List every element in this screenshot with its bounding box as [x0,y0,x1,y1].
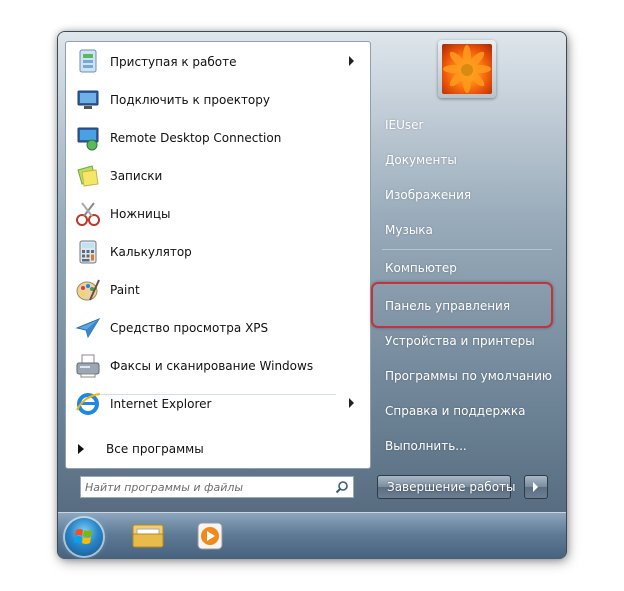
sticky-notes-icon [72,160,104,192]
shutdown-options-button[interactable] [524,475,548,499]
program-item-projector[interactable]: Подключить к проектору [72,83,362,117]
program-item-xps-viewer[interactable]: Средство просмотра XPS [72,311,362,345]
program-item-snipping-tool[interactable]: Ножницы [72,197,362,231]
program-label: Записки [110,169,163,183]
internet-explorer-icon [72,388,104,420]
program-item-fax-scan[interactable]: Факсы и сканирование Windows [72,349,362,383]
scissors-icon [72,198,104,230]
all-programs-label: Все программы [106,442,204,456]
right-item-music[interactable]: Музыка [385,221,433,239]
program-label: Средство просмотра XPS [110,321,269,335]
right-item-run[interactable]: Выполнить... [385,437,467,455]
shutdown-label: Завершение работы [387,480,516,494]
all-programs-button[interactable]: Все программы [72,440,352,458]
media-player-icon[interactable] [193,520,227,552]
program-label: Калькулятор [110,245,192,259]
program-label: Remote Desktop Connection [110,131,282,145]
program-item-remote-desktop[interactable]: Remote Desktop Connection [72,121,362,155]
start-button[interactable] [65,518,103,556]
right-item-documents[interactable]: Документы [385,151,457,169]
program-label: Ножницы [110,207,171,221]
programs-panel: Приступая к работе Подключить к проектор… [65,41,371,469]
search-input[interactable] [85,477,321,497]
program-label: Приступая к работе [110,55,237,69]
user-avatar[interactable] [438,40,496,98]
paint-palette-icon [72,274,104,306]
arrow-right-icon [78,444,84,454]
right-item-pictures[interactable]: Изображения [385,186,471,204]
remote-desktop-icon [72,122,104,154]
program-label: Internet Explorer [110,397,212,411]
programs-divider [100,394,336,395]
fax-scan-icon [72,350,104,382]
flower-picture [442,44,492,94]
search-icon[interactable] [335,480,349,494]
program-item-internet-explorer[interactable]: Internet Explorer [72,387,362,421]
program-label: Факсы и сканирование Windows [110,359,314,373]
right-item-control-panel[interactable]: Панель управления [385,297,510,315]
submenu-arrow-icon [349,398,354,408]
right-item-devices-printers[interactable]: Устройства и принтеры [385,332,535,350]
calculator-icon [72,236,104,268]
search-box[interactable] [80,476,354,498]
submenu-arrow-icon [349,56,354,66]
right-item-computer[interactable]: Компьютер [385,259,457,277]
shutdown-button[interactable]: Завершение работы [377,475,516,499]
right-item-user[interactable]: IEUser [385,116,423,134]
program-item-calculator[interactable]: Калькулятор [72,235,362,269]
right-panel-divider [382,249,552,250]
projector-icon [72,84,104,116]
getting-started-icon [72,46,104,78]
arrow-right-icon [533,482,538,492]
xps-viewer-icon [72,312,104,344]
program-label: Подключить к проектору [110,93,270,107]
program-item-sticky-notes[interactable]: Записки [72,159,362,193]
folder-icon[interactable] [131,520,165,552]
program-item-getting-started[interactable]: Приступая к работе [72,45,362,79]
right-item-default-programs[interactable]: Программы по умолчанию [385,367,552,385]
windows-logo-icon [74,529,92,544]
program-label: Paint [110,283,140,297]
program-item-paint[interactable]: Paint [72,273,362,307]
right-item-help-support[interactable]: Справка и поддержка [385,402,526,420]
